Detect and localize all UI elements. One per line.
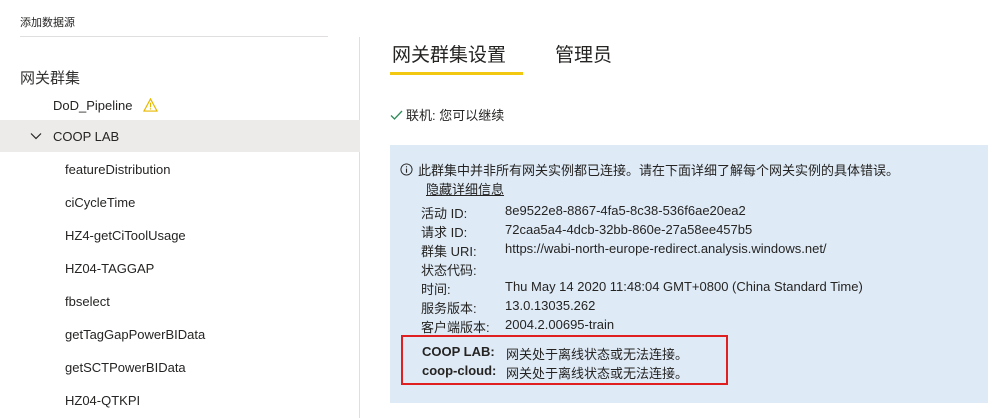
active-tab-indicator bbox=[390, 72, 523, 75]
sidebar-item-hz04-qtkpi[interactable]: HZ04-QTKPI bbox=[0, 384, 360, 416]
sidebar-item-dod-pipeline[interactable]: DoD_Pipeline bbox=[0, 89, 360, 121]
sidebar-item-label: featureDistribution bbox=[65, 161, 171, 177]
detail-key: 服务版本: bbox=[421, 301, 477, 316]
detail-value: 72caa5a4-4dcb-32bb-860e-27a58ee457b5 bbox=[505, 222, 753, 237]
sidebar-item-hz04-taggap[interactable]: HZ04-TAGGAP bbox=[0, 252, 360, 284]
sidebar-item-gettaggappowerbidata[interactable]: getTagGapPowerBIData bbox=[0, 318, 360, 350]
detail-key: 时间: bbox=[421, 282, 451, 297]
sidebar-item-label: HZ04-TAGGAP bbox=[65, 260, 155, 276]
gateway-errors-highlight: COOP LAB: 网关处于离线状态或无法连接。 coop-cloud: 网关处… bbox=[401, 335, 728, 385]
sidebar-item-label: ciCycleTime bbox=[65, 194, 136, 210]
sidebar-item-cicycletime[interactable]: ciCycleTime bbox=[0, 186, 360, 218]
warning-icon bbox=[142, 98, 158, 112]
sidebar-item-fbselect[interactable]: fbselect bbox=[0, 285, 360, 317]
error-gateway-name: COOP LAB: bbox=[422, 344, 495, 359]
sidebar-item-label: getSCTPowerBIData bbox=[65, 359, 186, 375]
error-gateway-name: coop-cloud: bbox=[422, 363, 497, 378]
status-text: 联机: 您可以继续 bbox=[406, 108, 505, 123]
tab-administrators[interactable]: 管理员 bbox=[555, 40, 612, 67]
add-data-source-link[interactable]: 添加数据源 bbox=[20, 14, 75, 30]
gateway-info-panel: 此群集中并非所有网关实例都已连接。请在下面详细了解每个网关实例的具体错误。 隐藏… bbox=[390, 145, 988, 403]
hide-details-link[interactable]: 隐藏详细信息 bbox=[426, 179, 504, 198]
info-message: 此群集中并非所有网关实例都已连接。请在下面详细了解每个网关实例的具体错误。 bbox=[400, 160, 899, 179]
gateway-cluster-sidebar: 网关群集 DoD_Pipeline COOP LAB featureDistri… bbox=[0, 37, 360, 418]
sidebar-item-getsctpowerbidata[interactable]: getSCTPowerBIData bbox=[0, 351, 360, 383]
info-icon bbox=[400, 163, 413, 176]
chevron-down-icon[interactable] bbox=[30, 130, 42, 142]
detail-value: 2004.2.00695-train bbox=[505, 317, 615, 332]
sidebar-item-featuredistribution[interactable]: featureDistribution bbox=[0, 153, 360, 185]
detail-key: 活动 ID: bbox=[421, 206, 468, 221]
error-message: 网关处于离线状态或无法连接。 bbox=[506, 366, 689, 381]
tab-gateway-cluster-settings[interactable]: 网关群集设置 bbox=[392, 40, 506, 67]
sidebar-item-label: HZ4-getCiToolUsage bbox=[65, 227, 186, 243]
sidebar-item-coop-lab[interactable]: COOP LAB bbox=[0, 120, 360, 152]
gateway-clusters-heading: 网关群集 bbox=[20, 70, 81, 87]
connection-status: 联机: 您可以继续 bbox=[390, 105, 504, 124]
sidebar-item-hz4-getcitoolusage[interactable]: HZ4-getCiToolUsage bbox=[0, 219, 360, 251]
detail-value: 13.0.13035.262 bbox=[505, 298, 596, 313]
sidebar-item-label: fbselect bbox=[65, 293, 110, 309]
detail-key: 客户端版本: bbox=[421, 320, 490, 335]
sidebar-item-label: DoD_Pipeline bbox=[53, 97, 133, 113]
sidebar-item-label: COOP LAB bbox=[53, 128, 120, 144]
sidebar-item-label: getTagGapPowerBIData bbox=[65, 326, 206, 342]
detail-value: Thu May 14 2020 11:48:04 GMT+0800 (China… bbox=[505, 279, 863, 294]
detail-key: 群集 URI: bbox=[421, 244, 477, 259]
checkmark-icon bbox=[390, 110, 403, 120]
info-message-text: 此群集中并非所有网关实例都已连接。请在下面详细了解每个网关实例的具体错误。 bbox=[418, 163, 900, 178]
detail-value: 8e9522e8-8867-4fa5-8c38-536f6ae20ea2 bbox=[505, 203, 746, 218]
detail-key: 请求 ID: bbox=[421, 225, 468, 240]
detail-value: https://wabi-north-europe-redirect.analy… bbox=[505, 241, 827, 256]
sidebar-item-label: HZ04-QTKPI bbox=[65, 392, 141, 408]
detail-key: 状态代码: bbox=[421, 263, 477, 278]
error-message: 网关处于离线状态或无法连接。 bbox=[506, 347, 689, 362]
